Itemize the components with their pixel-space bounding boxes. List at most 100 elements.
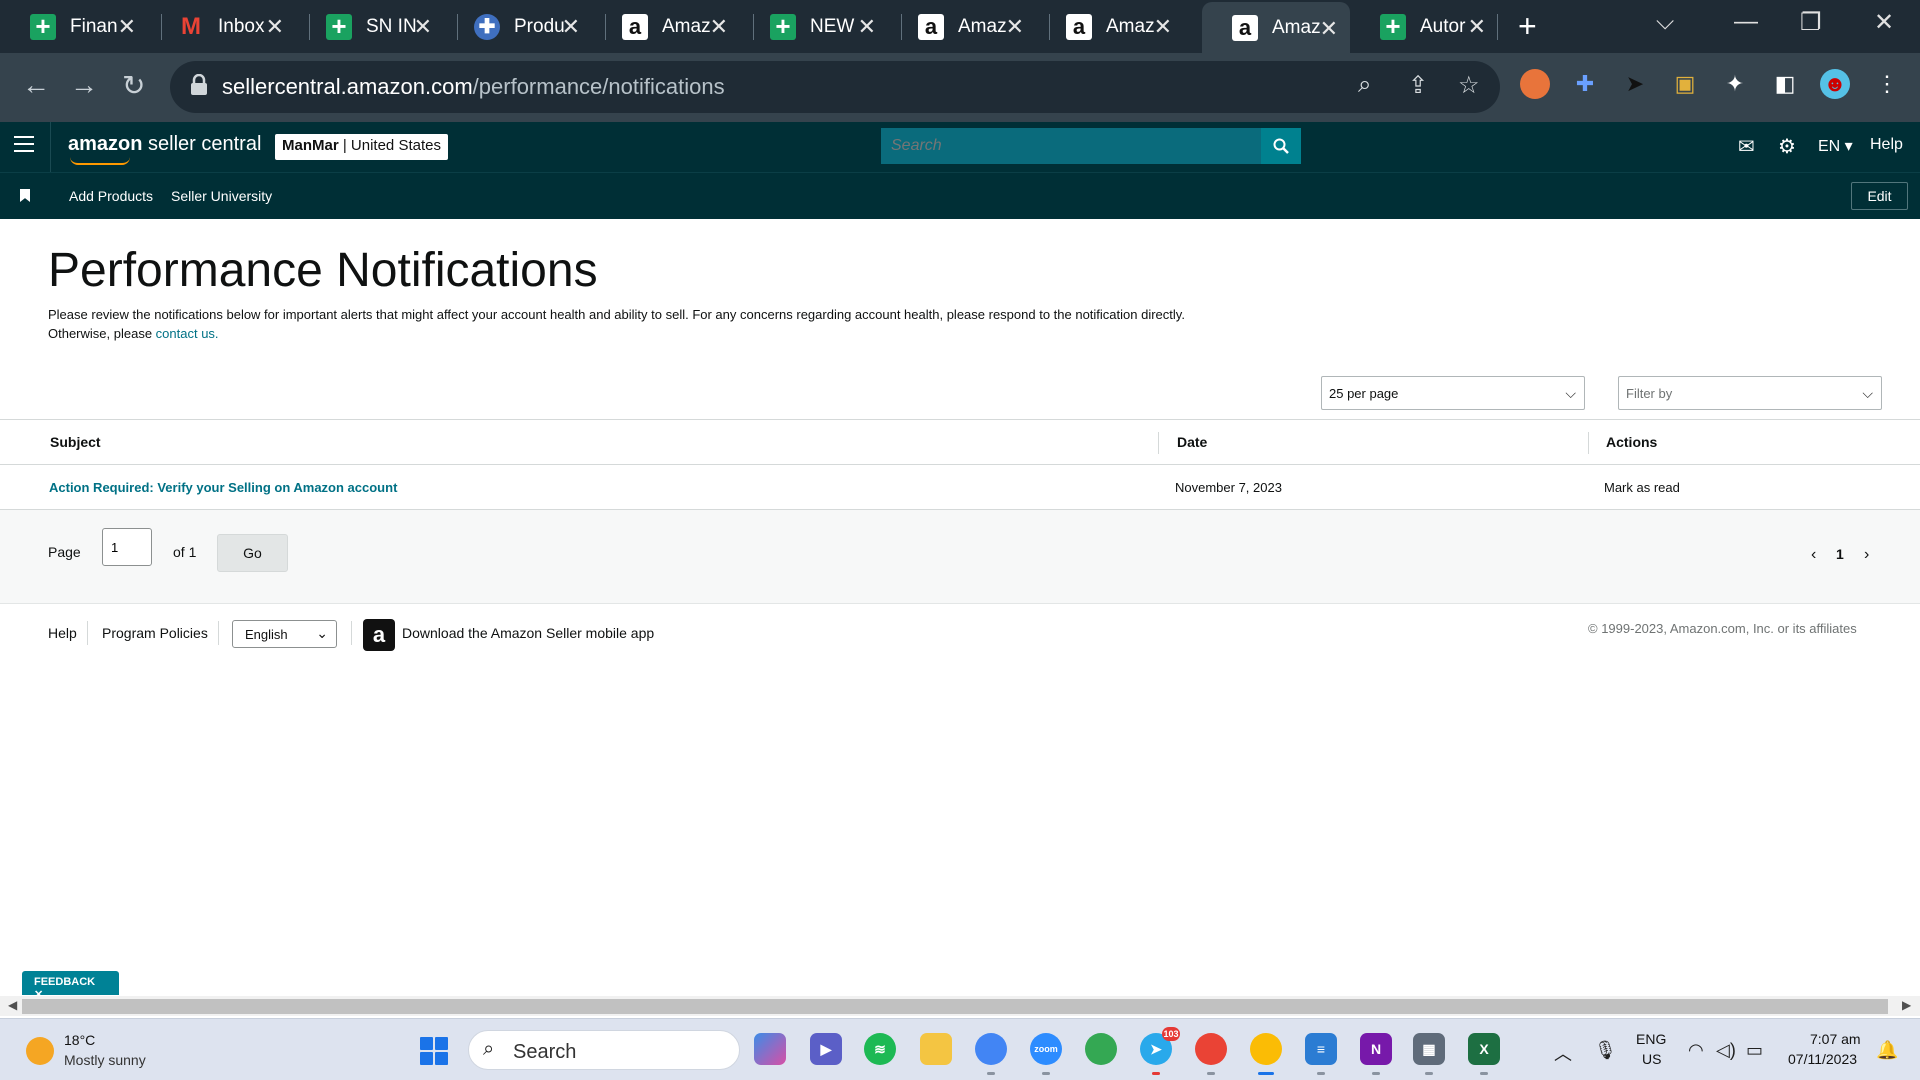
bookmark-add-products[interactable]: Add Products: [69, 188, 153, 204]
close-icon[interactable]: ✕: [1320, 16, 1338, 42]
bookmark-icon[interactable]: [20, 189, 30, 202]
column-header-subject[interactable]: Subject: [50, 434, 101, 450]
tray-chevron-up-icon[interactable]: ︿: [1554, 1040, 1572, 1066]
extension-firefox-icon[interactable]: [1520, 69, 1550, 99]
close-icon[interactable]: ✕: [118, 14, 136, 40]
column-header-date[interactable]: Date: [1177, 434, 1207, 450]
weather-description[interactable]: Mostly sunny: [64, 1052, 146, 1068]
close-icon[interactable]: ✕: [710, 14, 728, 40]
chrome-profile-icon[interactable]: [1195, 1033, 1227, 1065]
browser-menu-icon[interactable]: ⋮: [1872, 69, 1902, 99]
close-icon[interactable]: ✕: [562, 14, 580, 40]
browser-tab[interactable]: a Amaz ✕: [888, 0, 1036, 53]
bookmark-seller-university[interactable]: Seller University: [171, 188, 272, 204]
search-button[interactable]: [1261, 128, 1301, 164]
file-explorer-icon[interactable]: [920, 1033, 952, 1065]
browser-tab[interactable]: a Amaz ✕: [1036, 0, 1184, 53]
back-arrow-icon[interactable]: ←: [22, 69, 50, 101]
extension-honey-icon[interactable]: ▣: [1670, 69, 1700, 99]
window-close-icon[interactable]: ✕: [1874, 8, 1894, 37]
weather-temperature[interactable]: 18°C: [64, 1032, 95, 1048]
new-tab-button[interactable]: +: [1518, 8, 1537, 45]
onenote-icon[interactable]: N: [1360, 1033, 1392, 1065]
reload-icon[interactable]: ↻: [122, 69, 145, 102]
zoom-icon[interactable]: ⌕: [1358, 71, 1371, 99]
contact-us-link[interactable]: contact us.: [156, 326, 219, 341]
go-button[interactable]: Go: [217, 534, 288, 572]
input-language-primary[interactable]: ENG: [1636, 1031, 1666, 1047]
edit-bookmarks-button[interactable]: Edit: [1851, 182, 1908, 210]
input-language-region[interactable]: US: [1642, 1051, 1661, 1067]
previous-page-chevron-icon[interactable]: ‹: [1811, 546, 1816, 564]
current-page-number[interactable]: 1: [1836, 546, 1844, 562]
share-icon[interactable]: ⇪: [1408, 71, 1428, 100]
extension-plus-icon[interactable]: ✚: [1570, 69, 1600, 99]
excel-icon[interactable]: X: [1468, 1033, 1500, 1065]
spotify-icon[interactable]: ≋: [864, 1033, 896, 1065]
settings-gear-icon[interactable]: ⚙: [1778, 134, 1796, 159]
close-icon[interactable]: ✕: [266, 14, 284, 40]
extensions-puzzle-icon[interactable]: ✦: [1720, 69, 1750, 99]
clock-time[interactable]: 7:07 am: [1810, 1031, 1861, 1047]
close-icon[interactable]: ✕: [1006, 14, 1024, 40]
clock-date[interactable]: 07/11/2023: [1788, 1051, 1857, 1067]
close-icon[interactable]: ✕: [1154, 14, 1172, 40]
next-page-chevron-icon[interactable]: ›: [1864, 546, 1869, 564]
footer-program-policies-link[interactable]: Program Policies: [102, 625, 208, 641]
microphone-icon[interactable]: 🎙: [1594, 1040, 1617, 1061]
scroll-left-arrow-icon[interactable]: ◀: [8, 998, 17, 1012]
close-icon[interactable]: ✕: [1468, 14, 1486, 40]
download-app-link[interactable]: Download the Amazon Seller mobile app: [402, 625, 654, 641]
extension-arrow-icon[interactable]: ➤: [1620, 69, 1650, 99]
lock-icon[interactable]: [190, 74, 208, 96]
browser-tab[interactable]: ✚ Produ ✕: [444, 0, 592, 53]
hamburger-menu-icon[interactable]: [14, 136, 34, 157]
battery-icon[interactable]: ▭: [1746, 1040, 1763, 1061]
weather-sun-icon[interactable]: [26, 1037, 54, 1065]
windows-start-icon[interactable]: [420, 1037, 448, 1065]
browser-tab-active[interactable]: a Amaz ✕: [1202, 2, 1350, 53]
seller-central-logo[interactable]: amazon seller central: [68, 133, 261, 165]
amazon-seller-app-icon[interactable]: a: [363, 619, 395, 651]
zoom-icon[interactable]: zoom: [1030, 1033, 1062, 1065]
scroll-right-arrow-icon[interactable]: ▶: [1902, 998, 1911, 1012]
mark-as-read-action[interactable]: Mark as read: [1604, 480, 1680, 495]
per-page-select[interactable]: 25 per page ⌵: [1321, 376, 1585, 410]
wifi-icon[interactable]: ◠: [1688, 1040, 1704, 1061]
search-input[interactable]: [881, 128, 1261, 164]
profile-avatar[interactable]: ☻: [1820, 69, 1850, 99]
chrome-icon[interactable]: [1085, 1033, 1117, 1065]
notification-subject-link[interactable]: Action Required: Verify your Selling on …: [49, 480, 397, 495]
close-icon[interactable]: ✕: [414, 14, 432, 40]
browser-tab[interactable]: + NEW ✕: [740, 0, 888, 53]
page-number-input[interactable]: [102, 528, 152, 566]
browser-tab[interactable]: + Finan ✕: [0, 0, 148, 53]
browser-tab[interactable]: a Amaz ✕: [592, 0, 740, 53]
browser-tab[interactable]: M Inbox ✕: [148, 0, 296, 53]
scrollbar-thumb[interactable]: [22, 999, 1888, 1014]
taskbar-search[interactable]: ⌕ Search: [468, 1030, 740, 1070]
mail-icon[interactable]: ✉: [1738, 134, 1755, 159]
tab-search-chevron-icon[interactable]: ⌵: [1656, 8, 1674, 36]
horizontal-scrollbar[interactable]: ◀ ▶: [0, 996, 1920, 1016]
account-switcher[interactable]: ManMar | United States: [275, 134, 448, 160]
side-panel-icon[interactable]: ◧: [1770, 69, 1800, 99]
minimize-icon[interactable]: —: [1734, 8, 1758, 36]
volume-icon[interactable]: ◁): [1716, 1040, 1736, 1061]
forward-arrow-icon[interactable]: →: [70, 69, 98, 101]
browser-tab[interactable]: + SN IN ✕: [296, 0, 444, 53]
address-bar[interactable]: sellercentral.amazon.com/performance/not…: [170, 61, 1500, 113]
notification-bell-icon[interactable]: 🔔: [1876, 1040, 1898, 1061]
notepad-icon[interactable]: ≡: [1305, 1033, 1337, 1065]
filter-select[interactable]: Filter by ⌵: [1618, 376, 1882, 410]
browser-tab[interactable]: + Autor ✕: [1350, 0, 1498, 53]
feedback-button[interactable]: FEEDBACK ✕: [22, 971, 119, 1001]
footer-help-link[interactable]: Help: [48, 625, 77, 641]
footer-language-select[interactable]: English ⌄: [232, 620, 337, 648]
url-text[interactable]: sellercentral.amazon.com/performance/not…: [222, 74, 725, 100]
language-selector[interactable]: EN ▾: [1818, 136, 1853, 156]
close-icon[interactable]: ✕: [858, 14, 876, 40]
chrome-profile-icon[interactable]: [975, 1033, 1007, 1065]
bookmark-star-icon[interactable]: ☆: [1458, 71, 1480, 100]
teams-icon[interactable]: ▶: [810, 1033, 842, 1065]
